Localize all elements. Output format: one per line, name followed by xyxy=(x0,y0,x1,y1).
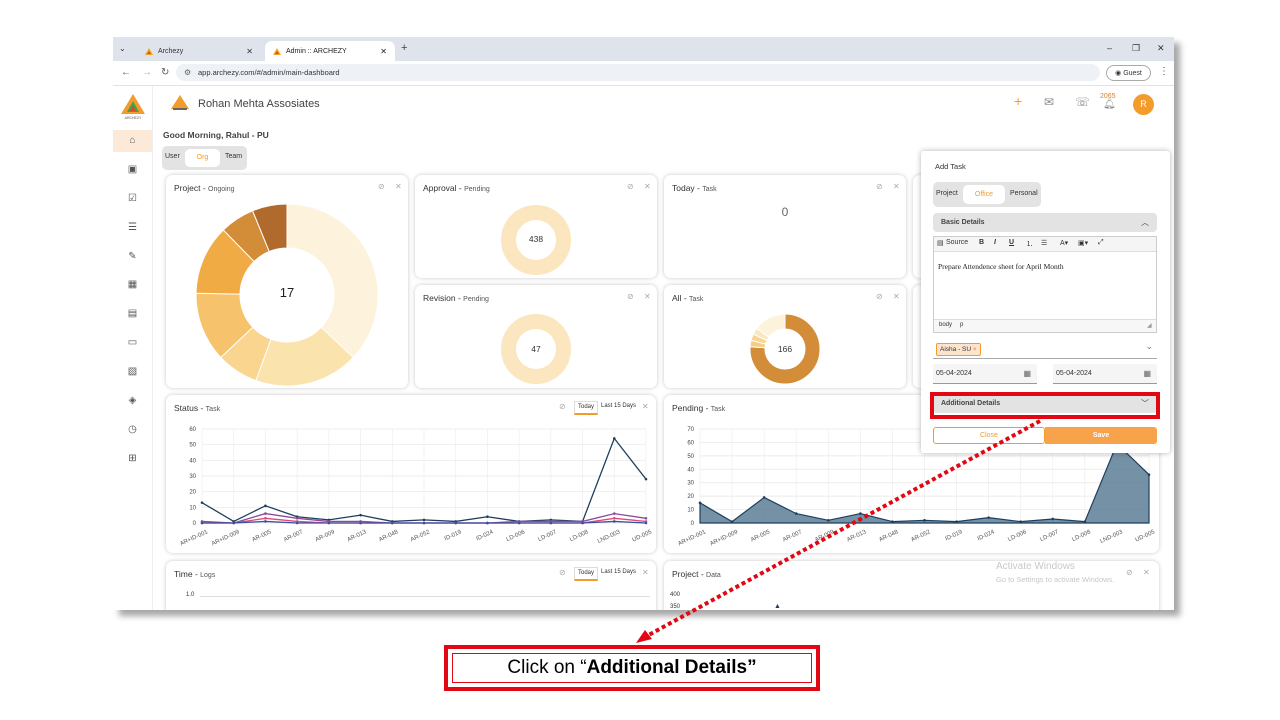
callout-prefix: Click on “ xyxy=(507,657,587,678)
callout-target: Additional Details xyxy=(586,657,748,678)
callout-text: Click on “Additional Details” xyxy=(452,653,812,683)
instruction-callout: Click on “Additional Details” xyxy=(444,645,820,691)
callout-suffix: ” xyxy=(747,657,757,678)
arrow-line xyxy=(644,419,1041,639)
arrow-head xyxy=(636,630,652,643)
instruction-arrow xyxy=(636,419,1041,643)
